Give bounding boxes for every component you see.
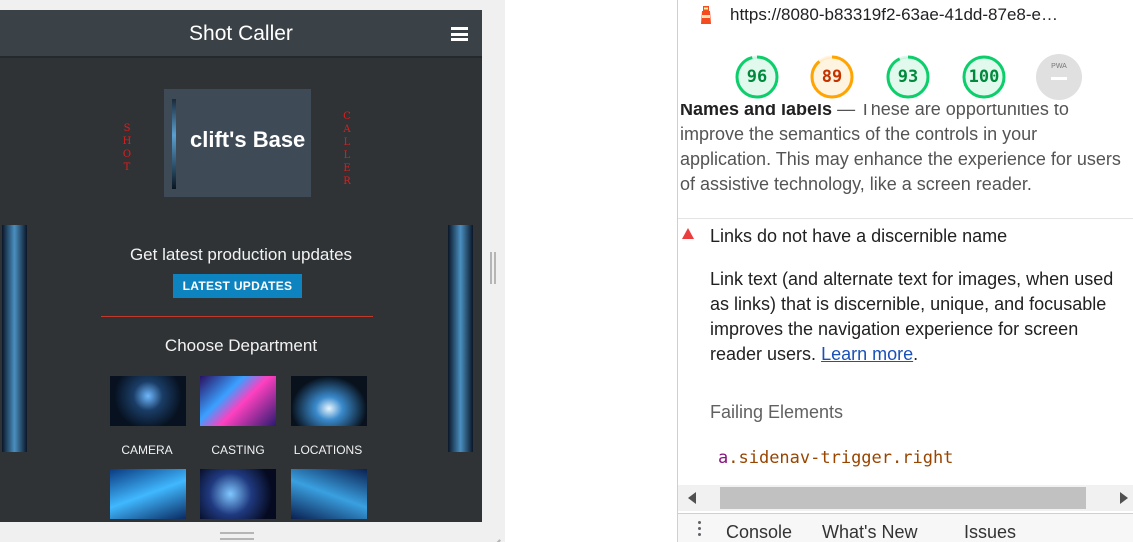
scroll-left-arrow-icon[interactable] (688, 492, 696, 504)
light-beam-image (172, 99, 176, 189)
viewport-resize-corner[interactable] (486, 528, 500, 542)
latest-updates-button[interactable]: LATEST UPDATES (173, 274, 302, 298)
node-tag: a (718, 448, 729, 468)
pwa-label: PWA (1051, 63, 1067, 70)
score-gauge-pwa[interactable]: PWA (1036, 54, 1082, 100)
separator (678, 218, 1133, 219)
score-value: 89 (821, 67, 843, 87)
score-value: 93 (897, 67, 919, 87)
camera-department-image[interactable] (110, 376, 186, 426)
department-image[interactable] (200, 469, 276, 519)
audit-description: Link text (and alternate text for images… (710, 267, 1126, 367)
hamburger-menu-icon[interactable] (451, 27, 468, 41)
report-url[interactable]: https://8080-b83319f2-63ae-41dd-87e8-e… (730, 5, 1058, 25)
mobile-app: Shot Caller SHOT clift's Base CALLER Get… (0, 10, 482, 522)
fail-triangle-icon (682, 228, 694, 239)
report-content: Names and labels — These are opportuniti… (678, 104, 1133, 484)
devtools-panel: https://8080-b83319f2-63ae-41dd-87e8-e… … (677, 0, 1133, 542)
section-description: Names and labels — These are opportuniti… (680, 104, 1130, 197)
latest-updates-text: Get latest production updates (129, 245, 353, 264)
casting-department-image[interactable] (200, 376, 276, 426)
locations-department-image[interactable] (291, 376, 367, 426)
devtools-drawer-tabs: Console What's New Issues (678, 513, 1133, 542)
choose-department-heading: Choose Department (164, 336, 318, 355)
score-value: 100 (968, 67, 1000, 87)
vertical-text-shot: SHOT (122, 123, 132, 173)
failing-element-node[interactable]: a.sidenav-trigger.right (718, 448, 953, 468)
locations-department-label[interactable]: LOCATIONS (283, 443, 373, 457)
department-image[interactable] (110, 469, 186, 519)
department-image[interactable] (291, 469, 367, 519)
score-gauge-seo[interactable]: 100 (961, 54, 1007, 100)
base-title: clift's Base (190, 127, 306, 152)
camera-department-label[interactable]: CAMERA (102, 443, 192, 457)
scroll-right-arrow-icon[interactable] (1120, 492, 1128, 504)
audit-title[interactable]: Links do not have a discernible name (710, 226, 1007, 247)
score-value: 96 (746, 67, 768, 87)
viewport-resize-handle-bottom[interactable] (220, 532, 254, 540)
report-url-bar: https://8080-b83319f2-63ae-41dd-87e8-e… (678, 0, 1133, 34)
viewport-resize-handle-right[interactable] (490, 252, 496, 284)
tab-console[interactable]: Console (726, 522, 792, 542)
vertical-text-caller: CALLER (343, 111, 351, 187)
audit-description-period: . (913, 344, 919, 364)
divider (101, 316, 373, 317)
score-gauge-accessibility[interactable]: 89 (809, 54, 855, 100)
tab-whats-new[interactable]: What's New (822, 522, 917, 542)
failing-elements-heading: Failing Elements (710, 402, 844, 422)
horizontal-scrollbar[interactable] (678, 485, 1133, 511)
score-gauge-performance[interactable]: 96 (734, 54, 780, 100)
app-title: Shot Caller (189, 22, 293, 45)
scrollbar-thumb[interactable] (720, 487, 1086, 509)
more-options-icon[interactable] (698, 521, 702, 539)
pwa-dash-icon (1051, 77, 1067, 80)
score-gauge-best-practices[interactable]: 93 (885, 54, 931, 100)
tab-issues[interactable]: Issues (964, 522, 1016, 542)
base-banner: clift's Base (164, 89, 311, 197)
learn-more-link[interactable]: Learn more (821, 344, 913, 364)
node-selector: .sidenav-trigger.right (728, 448, 954, 468)
screen: Shot Caller SHOT clift's Base CALLER Get… (0, 0, 1133, 542)
section-title: Names and labels (680, 104, 833, 119)
app-navbar: Shot Caller (0, 10, 482, 58)
casting-department-label[interactable]: CASTING (193, 443, 283, 457)
lighthouse-icon (701, 6, 711, 24)
